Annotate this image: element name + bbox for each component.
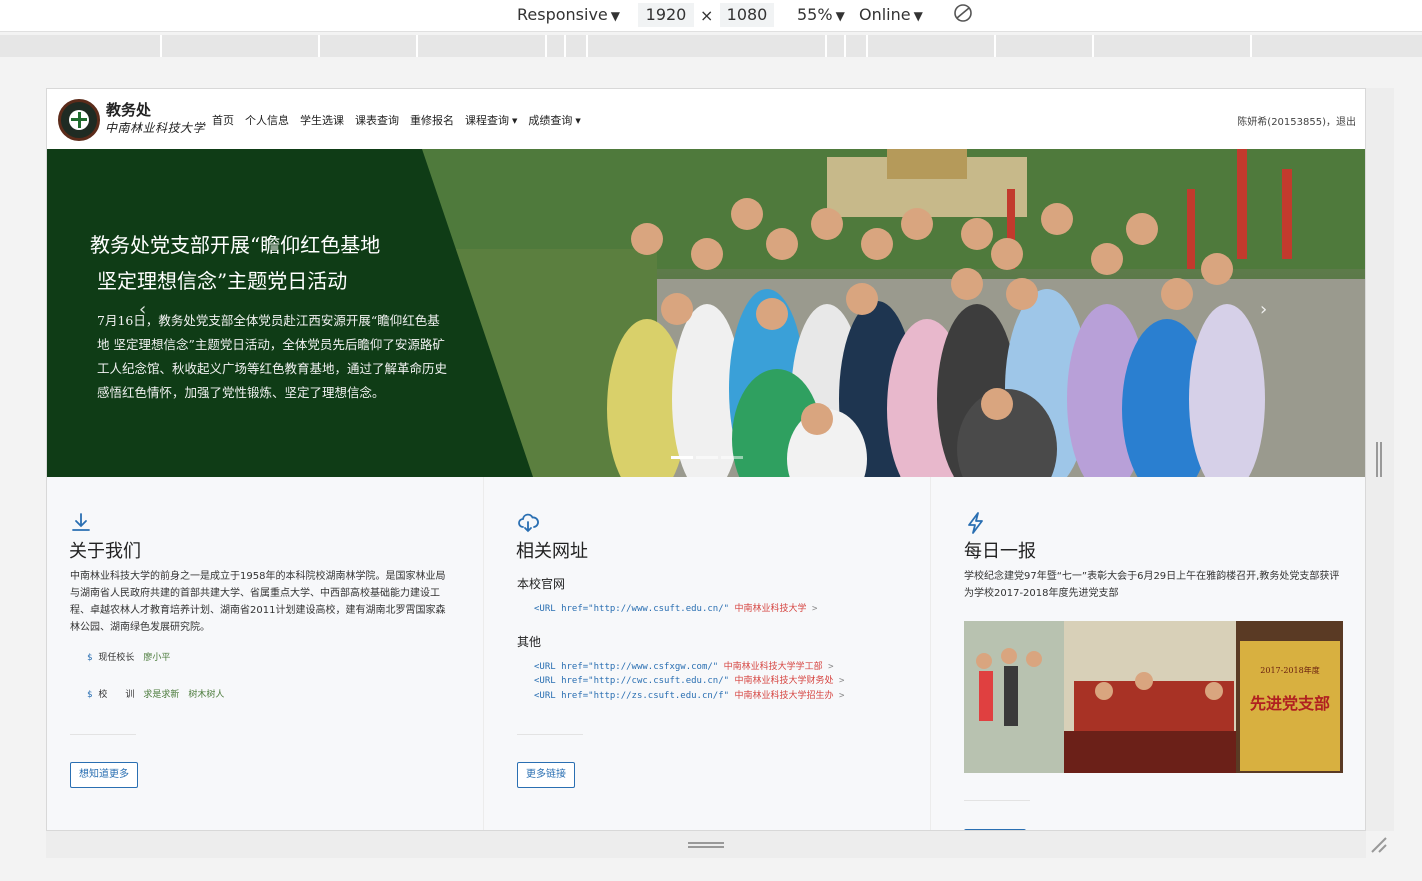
chevron-down-icon: ▼ bbox=[913, 9, 923, 23]
daily-text: 学校纪念建党97年暨“七一”表彰大会于6月29日上午在雅韵楼召开,教务处党支部获… bbox=[964, 571, 1340, 599]
principal-label: 现任校长 bbox=[98, 653, 135, 663]
times-icon: × bbox=[700, 6, 714, 25]
caret-down-icon: ▼ bbox=[575, 117, 581, 125]
chevron-right-icon: > bbox=[838, 676, 845, 686]
links-divider bbox=[517, 734, 583, 735]
link-name: 中南林业科技大学学工部 bbox=[723, 662, 823, 672]
official-site-heading: 本校官网 bbox=[517, 577, 566, 591]
principal-line: $ 现任校长 廖小平 bbox=[87, 650, 170, 663]
height-input[interactable]: 1080 bbox=[720, 3, 774, 27]
nav-course-selection[interactable]: 学生选课 bbox=[300, 112, 344, 128]
nav-retake-signup[interactable]: 重修报名 bbox=[410, 112, 454, 128]
network-label: Online bbox=[859, 5, 911, 24]
carousel-indicator[interactable] bbox=[696, 456, 718, 459]
link-name: 中南林业科技大学招生办 bbox=[734, 691, 834, 701]
link-code: <URL href="http://cwc.csuft.edu.cn/" bbox=[534, 676, 730, 686]
about-column: 关于我们 中南林业科技大学的前身之一是成立于1958年的本科院校湖南林学院。是国… bbox=[47, 477, 483, 830]
motto-value: 求是求新 树木树人 bbox=[143, 690, 225, 700]
cloud-download-icon bbox=[518, 513, 539, 533]
daily-divider bbox=[964, 800, 1030, 801]
emulated-page: 教务处 中南林业科技大学 首页 个人信息 学生选课 课表查询 重修报名 课程查询… bbox=[46, 88, 1366, 831]
nav-course-query-label: 课程查询 bbox=[465, 114, 509, 127]
nav-timetable[interactable]: 课表查询 bbox=[355, 112, 399, 128]
nav-grade-query[interactable]: 成绩查询 ▼ bbox=[528, 112, 580, 128]
motto-line: $ 校 训 求是求新 树木树人 bbox=[87, 687, 224, 700]
nav-personal-info[interactable]: 个人信息 bbox=[245, 112, 289, 128]
carousel-indicators bbox=[671, 456, 743, 459]
device-select[interactable]: Responsive ▼ bbox=[517, 4, 620, 27]
devtools-toolbar: Responsive ▼ 1920 × 1080 55% ▼ Online ▼ bbox=[0, 0, 1422, 32]
about-divider bbox=[70, 734, 136, 735]
chevron-right-icon: > bbox=[828, 662, 834, 672]
carousel-next-icon[interactable]: › bbox=[1260, 299, 1267, 320]
vertical-grip-icon[interactable] bbox=[1376, 442, 1382, 477]
plaque-year: 2017-2018年度 bbox=[1260, 665, 1319, 675]
about-text: 中南林业科技大学的前身之一是成立于1958年的本科院校湖南林学院。是国家林业局与… bbox=[70, 571, 446, 633]
link-code: <URL href="http://www.csfxgw.com/" bbox=[534, 662, 719, 672]
banner-headline-line2: 坚定理想信念”主题党日活动 bbox=[97, 269, 348, 293]
user-info-logout[interactable]: 陈妍希(20153855)，退出 bbox=[1237, 113, 1356, 128]
prompt-icon: $ bbox=[87, 690, 93, 700]
other-links-heading: 其他 bbox=[517, 635, 542, 649]
carousel-indicator[interactable] bbox=[721, 456, 743, 459]
width-input[interactable]: 1920 bbox=[638, 3, 694, 27]
daily-title: 每日一报 bbox=[964, 541, 1036, 562]
link-official[interactable]: <URL href="http://www.csuft.edu.cn/" 中南林… bbox=[534, 601, 817, 614]
link-code: <URL href="http://www.csuft.edu.cn/" bbox=[534, 604, 730, 614]
news-photo: 2017-2018年度 先进党支部 bbox=[964, 621, 1343, 773]
nav-grade-query-label: 成绩查询 bbox=[528, 114, 573, 127]
link-finance[interactable]: <URL href="http://cwc.csuft.edu.cn/" 中南林… bbox=[534, 673, 844, 686]
link-student-affairs[interactable]: <URL href="http://www.csfxgw.com/" 中南林业科… bbox=[534, 659, 834, 672]
site-navbar: 教务处 中南林业科技大学 首页 个人信息 学生选课 课表查询 重修报名 课程查询… bbox=[47, 89, 1365, 149]
motto-label: 校 训 bbox=[98, 690, 135, 700]
link-name: 中南林业科技大学 bbox=[734, 604, 807, 614]
carousel-prev-icon[interactable]: ‹ bbox=[139, 299, 146, 320]
banner-carousel: 教务处党支部开展“瞻仰红色基地 坚定理想信念”主题党日活动 7月16日，教务处党… bbox=[47, 149, 1365, 477]
university-logo[interactable] bbox=[58, 99, 100, 141]
download-icon bbox=[72, 513, 90, 531]
principal-name: 廖小平 bbox=[143, 653, 171, 663]
brand-title: 教务处 bbox=[106, 101, 152, 119]
device-label: Responsive bbox=[517, 5, 608, 24]
network-select[interactable]: Online ▼ bbox=[859, 4, 923, 27]
chevron-right-icon: > bbox=[811, 604, 818, 614]
link-admissions[interactable]: <URL href="http://zs.csuft.edu.cn/f" 中南林… bbox=[534, 688, 844, 701]
carousel-indicator[interactable] bbox=[671, 456, 693, 459]
more-links-button[interactable]: 更多链接 bbox=[517, 762, 575, 788]
learn-more-button[interactable]: 想知道更多 bbox=[70, 762, 138, 788]
banner-caption: 教务处党支部开展“瞻仰红色基地 坚定理想信念”主题党日活动 7月16日，教务处党… bbox=[47, 149, 1365, 477]
prompt-icon: $ bbox=[87, 653, 93, 663]
banner-headline-line1: 教务处党支部开展“瞻仰红色基地 bbox=[90, 233, 381, 257]
banner-body-text: 7月16日，教务处党支部全体党员赴江西安源开展“瞻仰红色基地 坚定理想信念”主题… bbox=[97, 313, 448, 400]
feature-columns: 关于我们 中南林业科技大学的前身之一是成立于1958年的本科院校湖南林学院。是国… bbox=[47, 477, 1365, 830]
main-nav: 首页 个人信息 学生选课 课表查询 重修报名 课程查询 ▼ 成绩查询 ▼ bbox=[212, 112, 581, 128]
rotate-icon[interactable] bbox=[953, 3, 973, 29]
about-title: 关于我们 bbox=[69, 541, 141, 562]
chevron-down-icon: ▼ bbox=[610, 9, 620, 23]
lightning-icon bbox=[968, 512, 983, 534]
nav-course-query[interactable]: 课程查询 ▼ bbox=[465, 112, 517, 128]
media-query-ruler[interactable] bbox=[0, 35, 1422, 57]
zoom-label: 55% bbox=[797, 5, 833, 24]
resize-corner-icon[interactable] bbox=[1368, 834, 1388, 854]
links-column: 相关网址 本校官网 <URL href="http://www.csuft.ed… bbox=[484, 477, 930, 830]
chevron-right-icon: > bbox=[838, 691, 845, 701]
plaque-text: 先进党支部 bbox=[1250, 694, 1330, 713]
link-code: <URL href="http://zs.csuft.edu.cn/f" bbox=[534, 691, 730, 701]
links-title: 相关网址 bbox=[516, 541, 588, 562]
nav-home[interactable]: 首页 bbox=[212, 112, 234, 128]
caret-down-icon: ▼ bbox=[512, 117, 518, 125]
chevron-down-icon: ▼ bbox=[835, 9, 845, 23]
brand-subtitle: 中南林业科技大学 bbox=[105, 121, 206, 135]
horizontal-grip-icon[interactable] bbox=[688, 842, 724, 848]
link-name: 中南林业科技大学财务处 bbox=[734, 676, 834, 686]
zoom-select[interactable]: 55% ▼ bbox=[797, 4, 845, 27]
